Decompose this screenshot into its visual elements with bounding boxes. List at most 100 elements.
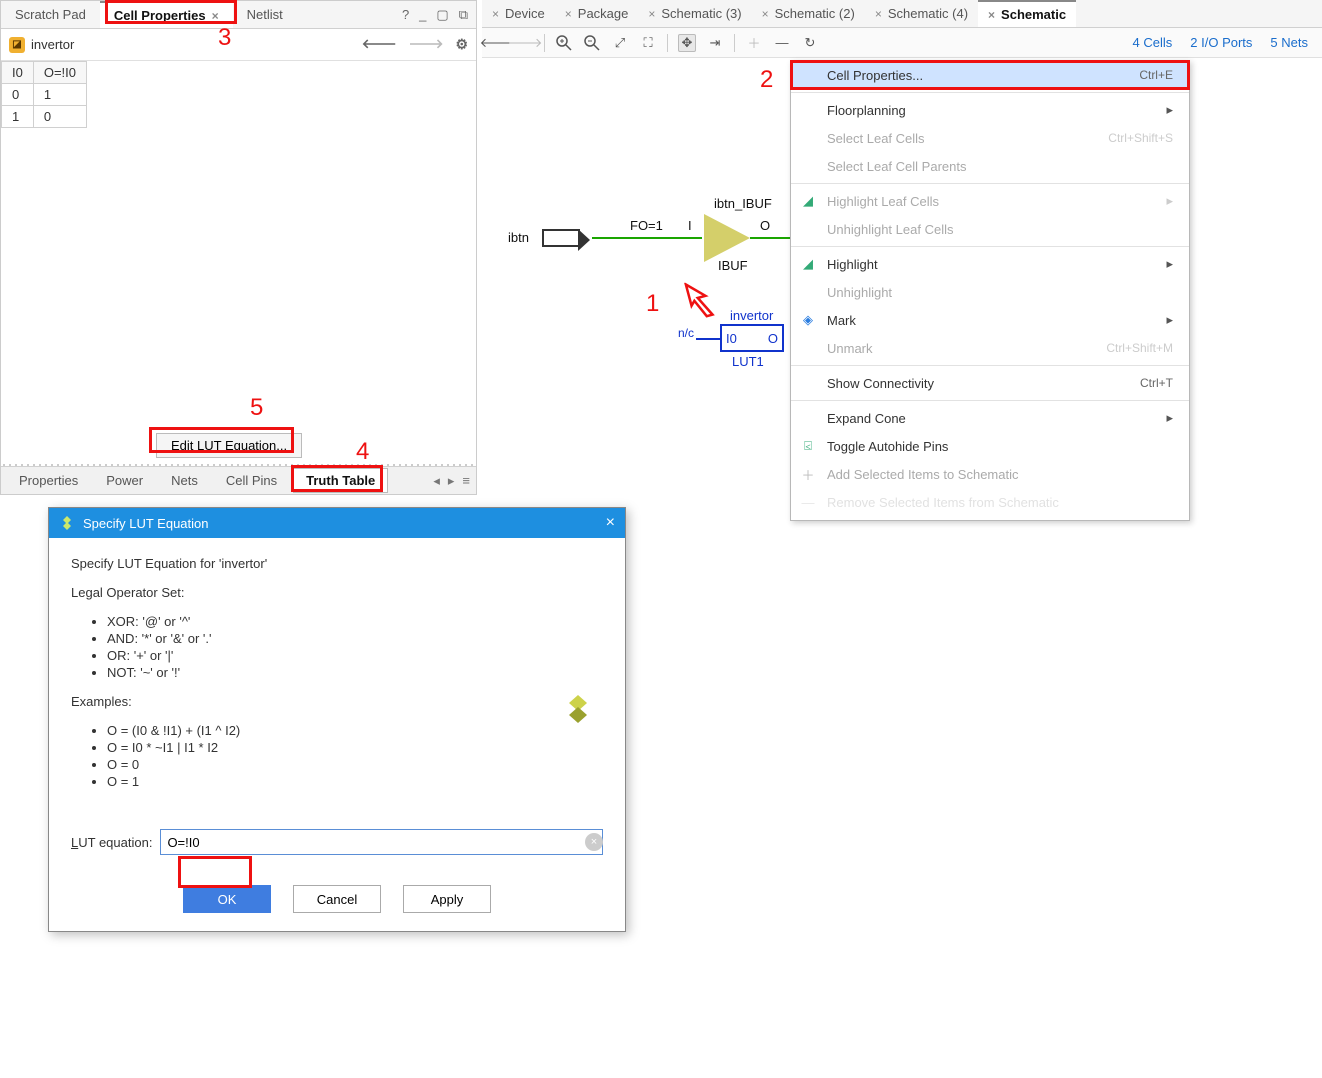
tab-cell-properties[interactable]: Cell Properties× bbox=[100, 1, 233, 28]
shortcut-text: Ctrl+T bbox=[1140, 376, 1173, 390]
cell: 0 bbox=[2, 84, 34, 106]
pin-label-o: O bbox=[760, 218, 770, 233]
zoom-in-icon[interactable] bbox=[555, 34, 573, 52]
menu-icon[interactable]: ≡ bbox=[462, 473, 470, 489]
stat-nets[interactable]: 5 Nets bbox=[1270, 35, 1308, 50]
ctx-show-connectivity[interactable]: Show Connectivity Ctrl+T bbox=[791, 369, 1189, 397]
tab-netlist-label: Netlist bbox=[247, 7, 283, 22]
btab-nets[interactable]: Nets bbox=[159, 469, 210, 492]
lut-equation-input[interactable] bbox=[160, 829, 603, 855]
popout-icon[interactable]: ⧉ bbox=[459, 7, 468, 23]
lut1-symbol[interactable]: I0 O bbox=[720, 324, 784, 352]
ctx-unmark: Unmark Ctrl+Shift+M bbox=[791, 334, 1189, 362]
op-and: AND: '*' or '&' or '.' bbox=[107, 631, 603, 646]
stat-ports[interactable]: 2 I/O Ports bbox=[1190, 35, 1252, 50]
back-icon[interactable]: 🡐 bbox=[488, 34, 506, 52]
op-or: OR: '+' or '|' bbox=[107, 648, 603, 663]
close-icon[interactable]: × bbox=[762, 7, 769, 21]
stat-cells[interactable]: 4 Cells bbox=[1133, 35, 1173, 50]
port-shape[interactable] bbox=[542, 229, 580, 247]
ctx-toggle-autohide[interactable]: ⍃ Toggle Autohide Pins bbox=[791, 432, 1189, 460]
minus-icon[interactable]: — bbox=[773, 34, 791, 52]
tab-netlist[interactable]: Netlist bbox=[233, 1, 297, 28]
tab-device[interactable]: ×Device bbox=[482, 0, 555, 27]
ctx-mark[interactable]: ◈ Mark ▸ bbox=[791, 306, 1189, 334]
tab-schematic-4[interactable]: × Schematic (4) bbox=[865, 0, 978, 27]
example-3: O = 0 bbox=[107, 757, 603, 772]
vivado-logo-icon bbox=[561, 693, 595, 735]
tab-schematic-4-label: Schematic (4) bbox=[888, 6, 968, 21]
cell-name: invertor bbox=[31, 37, 362, 52]
legal-heading: Legal Operator Set: bbox=[71, 585, 603, 600]
select-icon[interactable]: ✥ bbox=[678, 34, 696, 52]
dialog-close-icon[interactable]: × bbox=[606, 514, 615, 532]
tab-schematic[interactable]: ×Schematic bbox=[978, 0, 1076, 27]
back-icon[interactable]: 🡐 bbox=[362, 36, 397, 53]
ctx-cell-properties[interactable]: Cell Properties... Ctrl+E bbox=[791, 61, 1189, 89]
btab-cell-pins[interactable]: Cell Pins bbox=[214, 469, 289, 492]
net-wire[interactable] bbox=[750, 237, 790, 239]
zoom-select-icon[interactable]: ⛶ bbox=[639, 34, 657, 52]
edit-lut-equation-button[interactable]: Edit LUT Equation... bbox=[156, 433, 302, 458]
dialog-body: Specify LUT Equation for 'invertor' Lega… bbox=[49, 538, 625, 871]
restore-icon[interactable]: ▢ bbox=[436, 7, 448, 23]
cancel-button[interactable]: Cancel bbox=[293, 885, 381, 913]
submenu-arrow-icon: ▸ bbox=[1166, 410, 1173, 426]
close-icon[interactable]: × bbox=[988, 8, 995, 22]
context-menu: Cell Properties... Ctrl+E Floorplanning … bbox=[790, 60, 1190, 521]
dialog-titlebar: Specify LUT Equation × bbox=[49, 508, 625, 538]
close-icon[interactable]: × bbox=[875, 7, 882, 21]
btab-power[interactable]: Power bbox=[94, 469, 155, 492]
plus-icon[interactable]: ＋ bbox=[745, 34, 763, 52]
dialog-title: Specify LUT Equation bbox=[83, 516, 209, 531]
ctx-floorplanning[interactable]: Floorplanning ▸ bbox=[791, 96, 1189, 124]
separator bbox=[791, 183, 1189, 184]
btab-properties[interactable]: Properties bbox=[7, 469, 90, 492]
minimize-icon[interactable]: _ bbox=[419, 7, 426, 22]
ok-button[interactable]: OK bbox=[183, 885, 271, 913]
close-icon[interactable]: × bbox=[648, 7, 655, 21]
highlight-leaf-icon: ◢ bbox=[799, 193, 817, 209]
btab-truth-table[interactable]: Truth Table bbox=[293, 468, 388, 493]
tab-schematic-2-label: Schematic (2) bbox=[775, 6, 855, 21]
tab-scratch-pad[interactable]: Scratch Pad bbox=[1, 1, 100, 28]
dialog-intro: Specify LUT Equation for 'invertor' bbox=[71, 556, 603, 571]
scroll-right-icon[interactable]: ▸ bbox=[448, 473, 455, 489]
net-wire[interactable] bbox=[592, 237, 702, 239]
help-icon[interactable]: ? bbox=[402, 7, 409, 22]
cell-title-bar: ◪ invertor 🡐 🡒 ⚙ bbox=[1, 29, 476, 61]
gear-icon[interactable]: ⚙ bbox=[455, 36, 468, 53]
cell-chip-icon: ◪ bbox=[9, 37, 25, 53]
close-icon[interactable]: × bbox=[492, 7, 499, 21]
lut-pin-o: O bbox=[768, 331, 778, 346]
table-row: 0 1 bbox=[2, 84, 87, 106]
minus-icon: — bbox=[799, 495, 817, 510]
refresh-icon[interactable]: ↻ bbox=[801, 34, 819, 52]
close-icon[interactable]: × bbox=[565, 7, 572, 21]
zoom-out-icon[interactable] bbox=[583, 34, 601, 52]
tab-schematic-2[interactable]: × Schematic (2) bbox=[752, 0, 865, 27]
submenu-arrow-icon: ▸ bbox=[1166, 193, 1173, 209]
cell: 0 bbox=[33, 106, 86, 128]
tab-package[interactable]: ×Package bbox=[555, 0, 639, 27]
ctx-highlight-label: Highlight bbox=[827, 257, 878, 272]
collapse-icon[interactable]: ⇥ bbox=[706, 34, 724, 52]
apply-button[interactable]: Apply bbox=[403, 885, 491, 913]
ibuf-symbol[interactable] bbox=[704, 214, 750, 262]
scroll-left-icon[interactable]: ◂ bbox=[433, 473, 440, 489]
forward-icon[interactable]: 🡒 bbox=[409, 36, 444, 53]
zoom-fit-icon[interactable]: ⤢ bbox=[611, 34, 629, 52]
ctx-unhighlight-label: Unhighlight bbox=[827, 285, 892, 300]
ctx-remove-selected-label: Remove Selected Items from Schematic bbox=[827, 495, 1059, 510]
clear-input-icon[interactable]: × bbox=[585, 833, 603, 851]
specify-lut-equation-dialog: Specify LUT Equation × Specify LUT Equat… bbox=[48, 507, 626, 932]
ctx-highlight[interactable]: ◢ Highlight ▸ bbox=[791, 250, 1189, 278]
close-icon[interactable]: × bbox=[212, 9, 219, 23]
ctx-highlight-leaf-label: Highlight Leaf Cells bbox=[827, 194, 939, 209]
ctx-expand-cone[interactable]: Expand Cone ▸ bbox=[791, 404, 1189, 432]
forward-icon[interactable]: 🡒 bbox=[516, 34, 534, 52]
dialog-buttons: OK Cancel Apply bbox=[49, 871, 625, 931]
tab-schematic-3[interactable]: ×Schematic (3) bbox=[638, 0, 751, 27]
net-wire-blue[interactable] bbox=[696, 338, 720, 340]
ctx-select-leaf-parents-label: Select Leaf Cell Parents bbox=[827, 159, 966, 174]
